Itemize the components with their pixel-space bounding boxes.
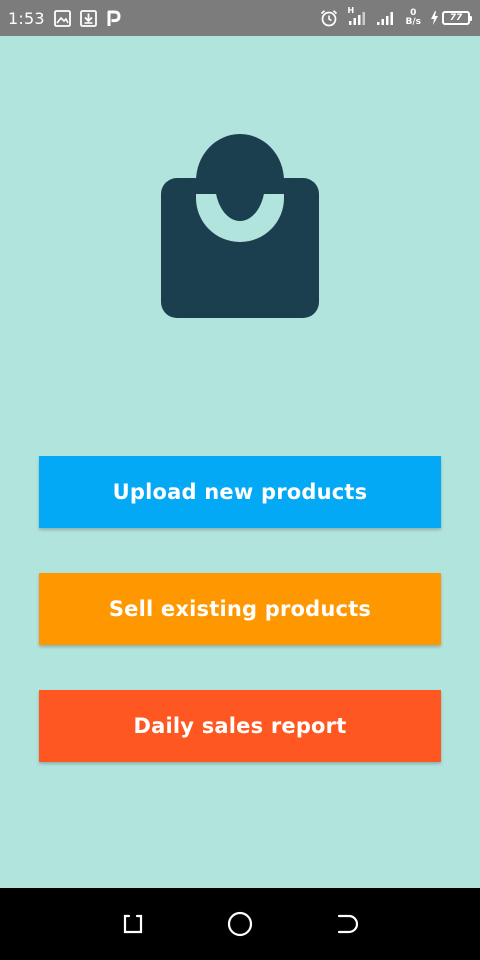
upload-new-products-button[interactable]: Upload new products	[39, 456, 441, 528]
daily-sales-report-button[interactable]: Daily sales report	[39, 690, 441, 762]
charging-icon	[430, 11, 439, 25]
download-icon	[79, 9, 97, 27]
p-app-icon	[106, 10, 121, 27]
main-content: Upload new products Sell existing produc…	[0, 36, 480, 888]
home-icon[interactable]	[220, 904, 260, 944]
battery-level: 77	[449, 13, 463, 23]
battery-icon: 77	[442, 11, 472, 25]
network-speed: 0 B/s	[405, 9, 421, 27]
signal-icon-2	[376, 10, 396, 26]
shopping-bag-icon	[160, 134, 320, 320]
sell-existing-products-button[interactable]: Sell existing products	[39, 573, 441, 645]
back-icon[interactable]	[327, 904, 367, 944]
network-speed-unit: B/s	[405, 17, 421, 27]
image-icon	[53, 9, 71, 27]
status-bar: 1:53 H 0 B/s 77	[0, 0, 480, 36]
status-bar-right: H 0 B/s 77	[320, 6, 472, 27]
signal-icon: H	[347, 6, 367, 26]
alarm-icon	[320, 9, 338, 27]
recents-icon[interactable]	[113, 904, 153, 944]
navigation-bar	[0, 888, 480, 960]
status-time: 1:53	[8, 8, 45, 28]
battery-indicator: 77	[430, 11, 472, 25]
signal-h-label: H	[347, 6, 355, 15]
status-bar-left: 1:53	[8, 9, 121, 28]
